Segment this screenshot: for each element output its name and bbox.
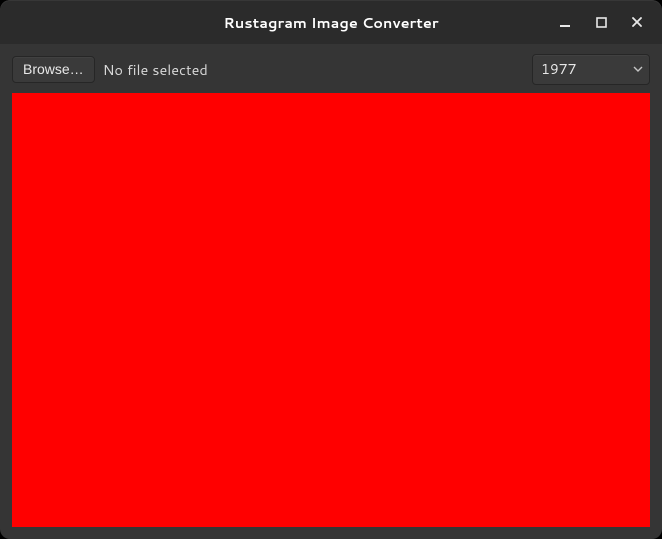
- app-window: Rustagram Image Converter Browse… No: [0, 0, 662, 539]
- filter-selected-label: 1977: [541, 59, 577, 79]
- maximize-button[interactable]: [590, 11, 612, 33]
- chevron-down-icon: [633, 59, 643, 79]
- titlebar: Rustagram Image Converter: [0, 0, 662, 44]
- close-button[interactable]: [626, 11, 648, 33]
- minimize-icon: [559, 16, 571, 28]
- image-preview: [12, 93, 650, 527]
- maximize-icon: [596, 17, 607, 28]
- image-area: [12, 93, 650, 527]
- filter-combobox[interactable]: 1977: [532, 54, 650, 85]
- toolbar: Browse… No file selected 1977: [0, 44, 662, 93]
- minimize-button[interactable]: [554, 11, 576, 33]
- window-controls: [554, 11, 662, 33]
- file-status-label: No file selected: [103, 59, 208, 80]
- content-area: Browse… No file selected 1977: [0, 44, 662, 539]
- close-icon: [631, 16, 643, 28]
- browse-button[interactable]: Browse…: [12, 56, 95, 83]
